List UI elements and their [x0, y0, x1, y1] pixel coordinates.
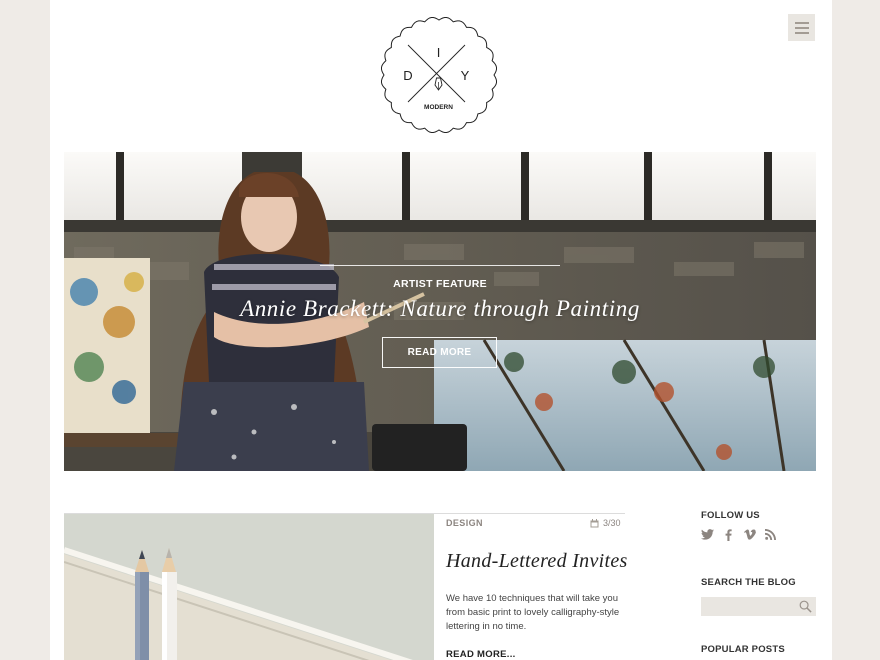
menu-bar-line: [794, 31, 809, 34]
hero-feature[interactable]: ARTIST FEATURE Annie Brackett: Nature th…: [64, 152, 816, 471]
post-date-text: 3/30: [603, 518, 621, 528]
hero-category[interactable]: ARTIST FEATURE: [64, 278, 816, 290]
logo-badge-icon: I D Y MODERN: [380, 16, 498, 134]
post-date: 3/30: [590, 518, 621, 528]
calendar-icon: [590, 518, 599, 527]
page-container: I D Y MODERN ARTIST FEATURE Annie Bracke…: [50, 0, 832, 660]
post-image: [64, 514, 434, 660]
logo-letter: I: [437, 45, 441, 60]
post-title[interactable]: Hand-Lettered Invites: [446, 550, 636, 573]
search-input[interactable]: [701, 597, 796, 617]
search-icon[interactable]: [799, 600, 812, 613]
popular-posts-heading: POPULAR POSTS: [701, 644, 785, 655]
logo-tagline: MODERN: [424, 104, 453, 111]
post-thumbnail[interactable]: [64, 514, 434, 660]
diy-modern-logo[interactable]: I D Y MODERN: [378, 14, 500, 136]
post-excerpt: We have 10 techniques that will take you…: [446, 593, 620, 632]
hero-read-more-button[interactable]: READ MORE: [382, 337, 497, 368]
hero-divider: [320, 265, 560, 266]
hamburger-menu-button[interactable]: [788, 14, 815, 41]
twitter-icon[interactable]: [701, 528, 714, 541]
logo-letter: D: [403, 68, 412, 83]
post-category[interactable]: DESIGN: [446, 518, 483, 528]
hero-title[interactable]: Annie Brackett: Nature through Painting: [64, 296, 816, 322]
menu-bar-line: [794, 26, 809, 29]
post-read-more-link[interactable]: READ MORE...: [446, 649, 516, 660]
menu-bar-line: [794, 21, 809, 24]
search-heading: SEARCH THE BLOG: [701, 577, 796, 588]
rss-icon[interactable]: [764, 528, 777, 541]
social-links: [701, 528, 777, 541]
vimeo-icon[interactable]: [743, 528, 756, 541]
follow-us-heading: FOLLOW US: [701, 510, 760, 521]
logo-letter: Y: [461, 68, 470, 83]
facebook-icon[interactable]: [722, 528, 735, 541]
search-box: [701, 597, 816, 617]
post-card: DESIGN 3/30 Hand-Lettered Invites We hav…: [64, 513, 627, 660]
